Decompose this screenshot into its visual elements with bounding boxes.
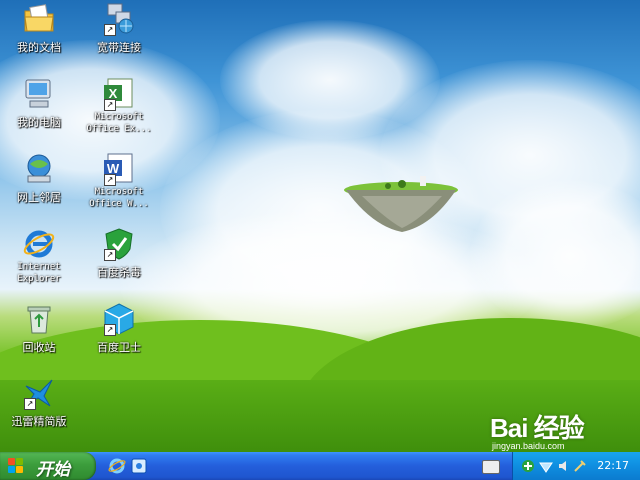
network-places-icon <box>27 154 51 183</box>
desktop-icon-word[interactable]: W ↗ Microsoft Office W... <box>82 152 156 210</box>
desktop-icon-excel[interactable]: X ↗ Microsoft Office Ex... <box>82 77 156 135</box>
microsoft-excel-icon: X ↗ <box>102 77 136 111</box>
system-tray: 22:17 <box>512 452 640 480</box>
broadband-connection-icon: ↗ <box>102 2 136 36</box>
wallpaper-cloud <box>220 20 440 140</box>
shortcut-arrow-icon: ↗ <box>104 174 116 186</box>
desktop-wallpaper[interactable]: 我的文档 ↗ 宽带连接 我的电脑 X ↗ Microsoft Office Ex… <box>0 0 640 452</box>
show-desktop-icon[interactable] <box>130 457 148 475</box>
internet-explorer-icon <box>23 230 55 258</box>
xunlei-icon: ↗ <box>22 376 56 410</box>
desktop-icon-xunlei[interactable]: ↗ 迅雷精简版 <box>2 376 76 429</box>
volume-icon[interactable] <box>557 459 571 473</box>
desktop-icon-label: Microsoft Office W... <box>89 187 149 209</box>
desktop-icon-label: 百度卫士 <box>97 341 141 354</box>
my-computer-icon <box>25 79 51 108</box>
recycle-bin-icon <box>27 306 51 334</box>
tools-icon[interactable] <box>573 459 587 473</box>
desktop-icon-broadband[interactable]: ↗ 宽带连接 <box>82 2 156 55</box>
desktop-icon-internet-explorer[interactable]: Internet Explorer <box>2 227 76 285</box>
taskbar: 开始 22:17 <box>0 452 640 480</box>
start-button[interactable]: 开始 <box>0 452 96 480</box>
shortcut-arrow-icon: ↗ <box>104 99 116 111</box>
desktop-icon-label: 百度杀毒 <box>97 266 141 279</box>
shortcut-arrow-icon: ↗ <box>104 249 116 261</box>
baidu-guard-icon: ↗ <box>102 302 136 336</box>
baidu-antivirus-icon: ↗ <box>102 227 136 261</box>
start-label: 开始 <box>36 460 70 480</box>
desktop-icon-label: Internet Explorer <box>17 262 61 284</box>
desktop-icon-label: Microsoft Office Ex... <box>86 112 152 134</box>
desktop-icon-recycle-bin[interactable]: 回收站 <box>2 302 76 355</box>
desktop-icon-label: 迅雷精简版 <box>11 415 67 428</box>
desktop-icon-label: 回收站 <box>22 341 56 354</box>
windows-logo-icon <box>8 458 24 474</box>
desktop-icon-baidu-antivirus[interactable]: ↗ 百度杀毒 <box>82 227 156 280</box>
desktop-icon-label: 网上邻居 <box>17 191 61 204</box>
desktop-icon-my-computer[interactable]: 我的电脑 <box>2 77 76 130</box>
desktop-icon-my-documents[interactable]: 我的文档 <box>2 2 76 55</box>
baidu-antivirus-tray-icon[interactable] <box>521 459 535 473</box>
my-documents-folder-icon <box>24 4 54 32</box>
microsoft-word-icon: W ↗ <box>102 152 136 186</box>
desktop-icon-label: 我的电脑 <box>17 116 61 129</box>
desktop-icon-label: 我的文档 <box>17 41 61 54</box>
desktop-icon-network-places[interactable]: 网上邻居 <box>2 152 76 205</box>
shortcut-arrow-icon: ↗ <box>104 24 116 36</box>
floating-island-image <box>344 176 458 232</box>
shortcut-arrow-icon: ↗ <box>24 398 36 410</box>
clock[interactable]: 22:17 <box>597 459 629 472</box>
desktop-icon-label: 宽带连接 <box>97 41 141 54</box>
shortcut-arrow-icon: ↗ <box>104 324 116 336</box>
quick-launch-ie-icon[interactable] <box>108 457 126 475</box>
desktop-icon-baidu-guard[interactable]: ↗ 百度卫士 <box>82 302 156 355</box>
baidu-jingyan-watermark: Bai 经验 jingyan.baidu.com <box>490 408 585 451</box>
network-tray-icon[interactable] <box>539 459 553 473</box>
watermark-brand: Bai 经验 <box>490 413 585 443</box>
keyboard-icon[interactable] <box>482 460 500 474</box>
watermark-url: jingyan.baidu.com <box>492 441 565 451</box>
